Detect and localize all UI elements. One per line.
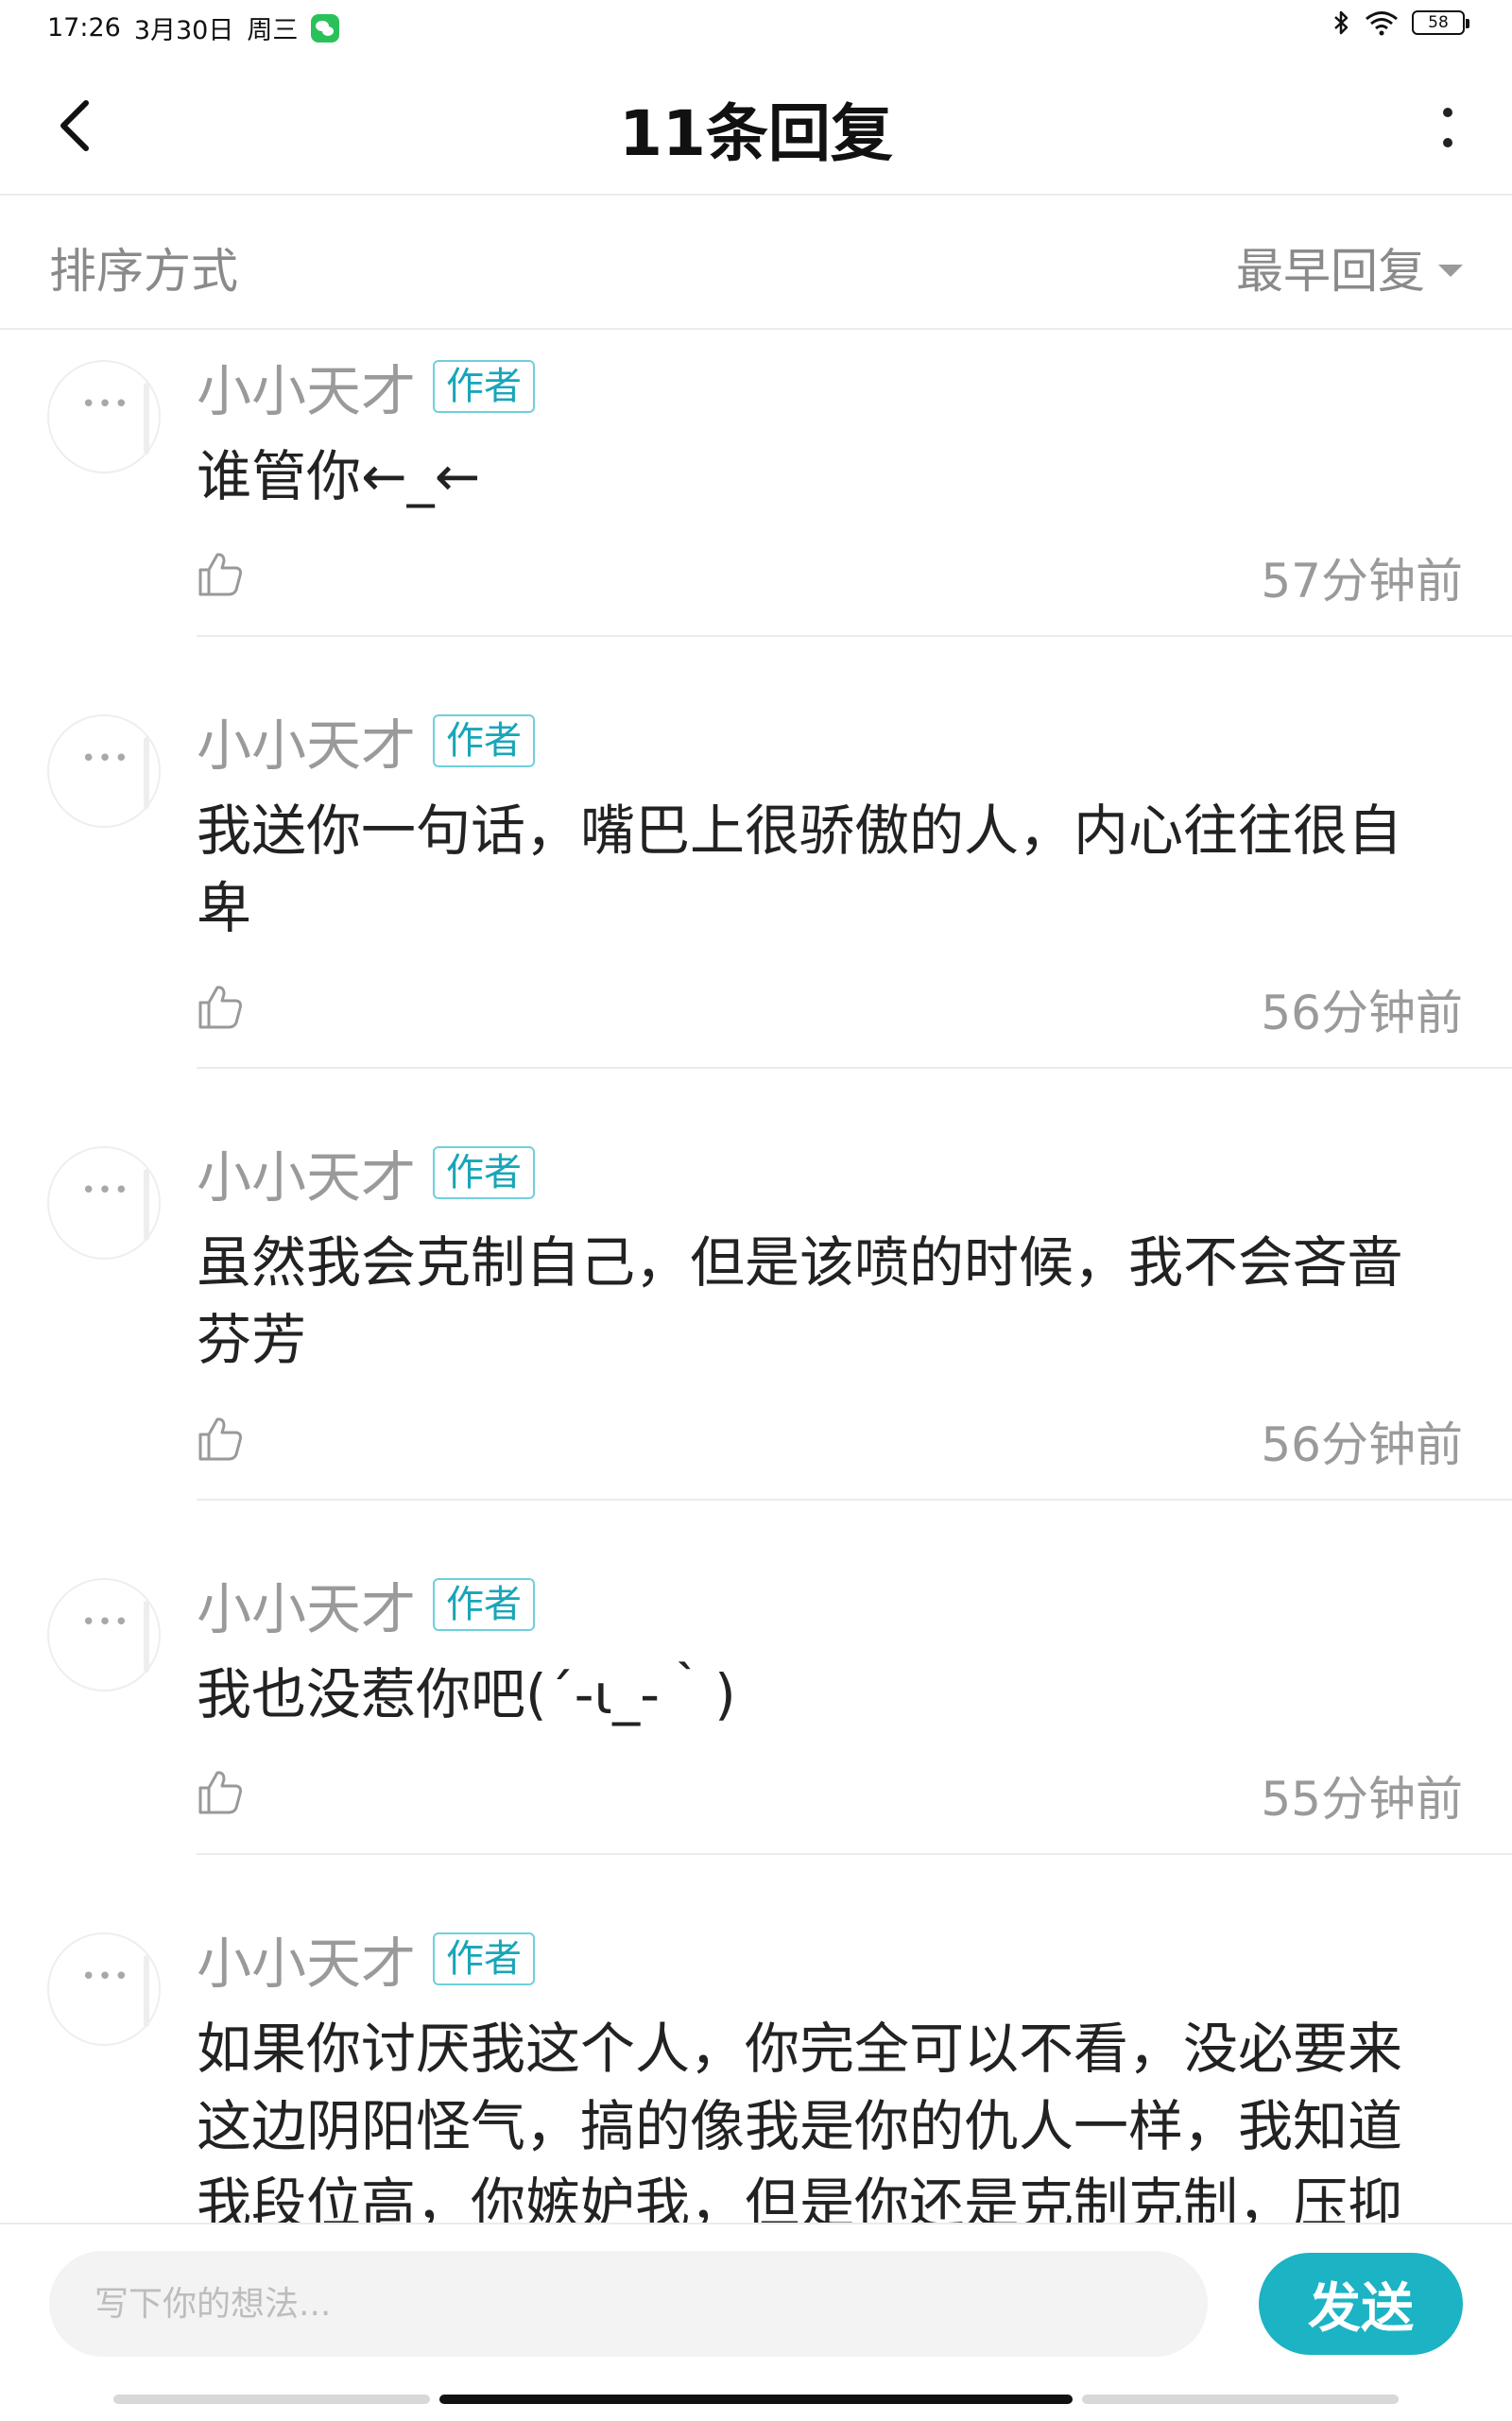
reply-content: 我送你一句话，嘴巴上很骄傲的人，内心往往很自卑: [197, 798, 1403, 940]
battery-level: 58: [1428, 13, 1449, 32]
more-options-button[interactable]: [1419, 94, 1476, 161]
avatar-edge: [144, 1169, 149, 1241]
author-badge: 作者: [433, 714, 536, 767]
status-right: 58: [1332, 9, 1469, 36]
avatar-edge: [144, 383, 149, 455]
status-date: 3月30日: [133, 16, 234, 45]
wifi-icon: [1366, 11, 1398, 36]
reply-header: 小小天才 作者: [197, 347, 536, 426]
status-bar: 17:26 3月30日 周三 58: [0, 0, 1512, 57]
reply-time: 55分钟前: [1261, 1772, 1463, 1827]
sort-row: 排序方式 最早回复: [0, 196, 1512, 330]
thumbs-up-icon[interactable]: [197, 1767, 246, 1816]
author-badge: 作者: [433, 1578, 536, 1631]
username[interactable]: 小小天才: [197, 347, 416, 426]
avatar[interactable]: •••: [47, 360, 161, 473]
username[interactable]: 小小天才: [197, 1565, 416, 1644]
divider: [197, 1853, 1512, 1855]
page-title: 11条回复: [619, 97, 893, 170]
replies-list: ••• 小小天才 作者 谁管你←_← 57分钟前 ••• 小小天才 作者 我送你…: [0, 330, 1512, 2223]
caret-down-icon: [1438, 264, 1463, 277]
nav-segment-left: [113, 2395, 430, 2404]
divider: [197, 635, 1512, 637]
vertical-dots-icon: [1443, 108, 1452, 147]
thumbs-up-icon[interactable]: [197, 1414, 246, 1463]
avatar[interactable]: •••: [47, 714, 161, 828]
reply-time: 56分钟前: [1261, 1417, 1463, 1472]
gesture-nav-bar: [113, 2395, 1399, 2404]
status-time: 17:26: [47, 13, 121, 43]
top-app-bar: 11条回复: [0, 57, 1512, 196]
thumbs-up-icon[interactable]: [197, 549, 246, 598]
comment-composer: 发送: [0, 2223, 1512, 2421]
author-badge: 作者: [433, 360, 536, 413]
username[interactable]: 小小天才: [197, 1919, 416, 1999]
battery-icon: 58: [1412, 10, 1469, 35]
reply-header: 小小天才 作者: [197, 701, 536, 781]
avatar-edge: [144, 1601, 149, 1673]
avatar[interactable]: •••: [47, 1932, 161, 2046]
comment-input[interactable]: [49, 2251, 1208, 2357]
username[interactable]: 小小天才: [197, 1133, 416, 1212]
sort-label: 排序方式: [49, 244, 238, 299]
username[interactable]: 小小天才: [197, 701, 416, 781]
avatar-edge: [144, 1955, 149, 2027]
reply-content: 虽然我会克制自己，但是该喷的时候，我不会吝啬芬芳: [197, 1230, 1403, 1372]
avatar[interactable]: •••: [47, 1578, 161, 1691]
reply-content: 我也没惹你吧(´-ι_-｀): [197, 1662, 736, 1726]
divider: [197, 1067, 1512, 1069]
sort-dropdown[interactable]: 最早回复: [1236, 233, 1463, 301]
nav-segment-center[interactable]: [439, 2395, 1073, 2404]
nav-segment-right: [1082, 2395, 1399, 2404]
status-left: 17:26 3月30日 周三: [47, 9, 340, 46]
reply-header: 小小天才 作者: [197, 1133, 536, 1212]
reply-header: 小小天才 作者: [197, 1919, 536, 1999]
reply-header: 小小天才 作者: [197, 1565, 536, 1644]
wechat-icon: [311, 13, 340, 43]
sort-selected-value: 最早回复: [1236, 244, 1425, 299]
divider: [197, 1499, 1512, 1501]
author-badge: 作者: [433, 1146, 536, 1199]
reply-time: 57分钟前: [1261, 554, 1463, 609]
reply-time: 56分钟前: [1261, 986, 1463, 1040]
avatar[interactable]: •••: [47, 1146, 161, 1260]
thumbs-up-icon[interactable]: [197, 982, 246, 1031]
avatar-edge: [144, 737, 149, 809]
author-badge: 作者: [433, 1932, 536, 1985]
bluetooth-icon: [1334, 10, 1349, 35]
reply-content: 谁管你←_←: [197, 444, 481, 508]
status-weekday: 周三: [247, 16, 299, 45]
send-button[interactable]: 发送: [1259, 2253, 1463, 2355]
reply-content: 如果你讨厌我这个人，你完全可以不看，没必要来这边阴阳怪气，搞的像我是你的仇人一样…: [197, 2017, 1403, 2223]
